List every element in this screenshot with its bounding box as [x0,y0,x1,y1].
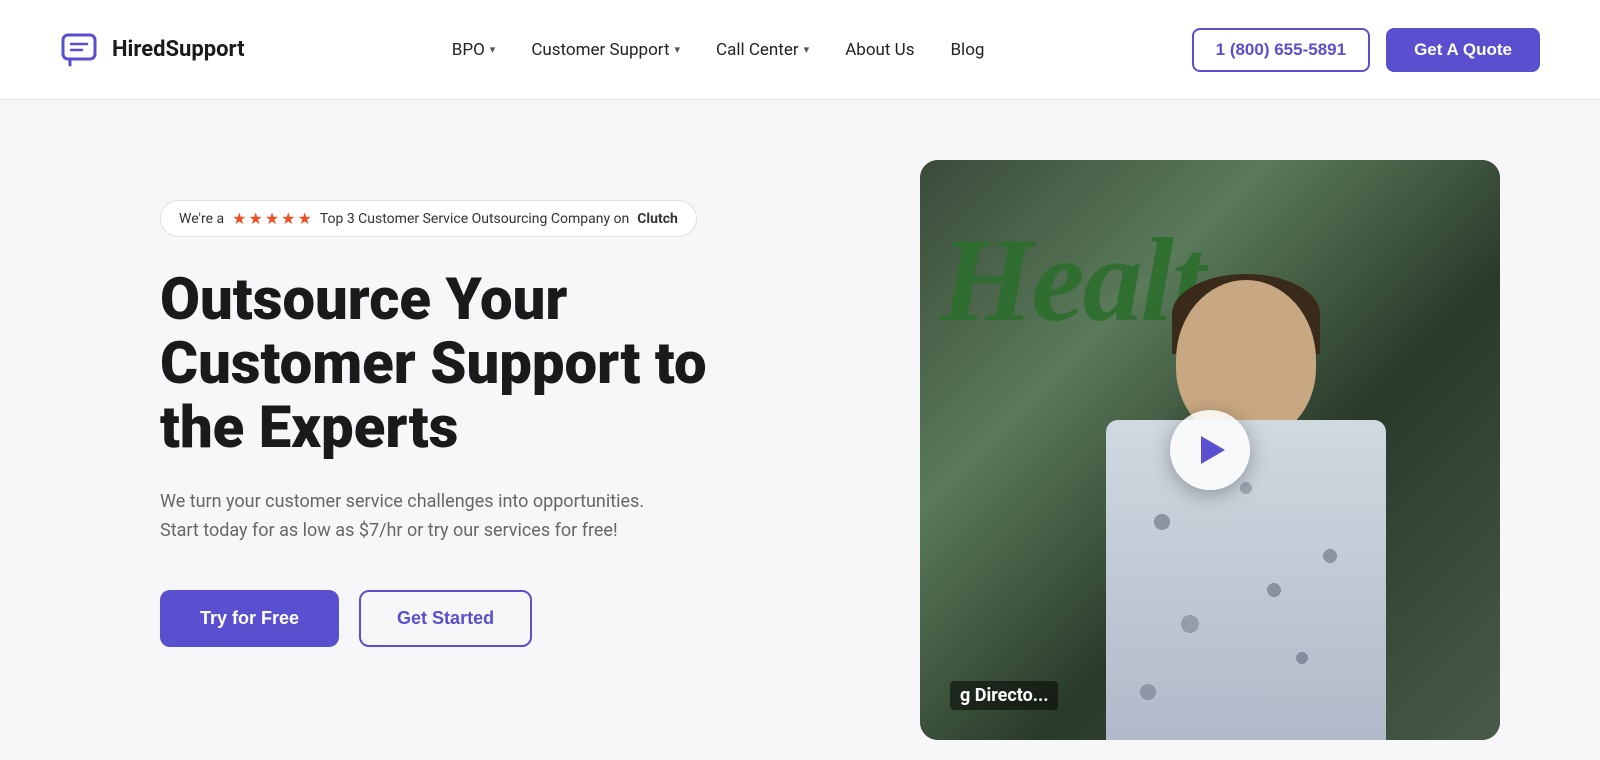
nav-bpo[interactable]: BPO ▾ [452,40,496,60]
hero-title: Outsource Your Customer Support to the E… [160,269,840,460]
person-shirt-pattern [1106,420,1386,740]
nav-blog[interactable]: Blog [950,40,984,60]
star-3: ★ [265,209,279,228]
try-free-button[interactable]: Try for Free [160,590,339,647]
hero-cta-buttons: Try for Free Get Started [160,590,840,647]
header-actions: 1 (800) 655-5891 Get A Quote [1192,28,1540,72]
nav-about-us[interactable]: About Us [845,40,914,60]
header: HiredSupport BPO ▾ Customer Support ▾ Ca… [0,0,1600,100]
hero-content: We're a ★ ★ ★ ★ ★ Top 3 Customer Service… [160,160,840,647]
star-rating: ★ ★ ★ ★ ★ [232,209,312,228]
video-caption: g Directo... [950,681,1058,710]
video-container[interactable]: Healt g Directo... [920,160,1500,740]
customer-support-chevron-icon: ▾ [675,43,681,56]
logo[interactable]: HiredSupport [60,29,245,71]
hero-subtitle: We turn your customer service challenges… [160,488,660,546]
clutch-badge: We're a ★ ★ ★ ★ ★ Top 3 Customer Service… [160,200,697,237]
star-5: ★ [298,209,312,228]
logo-icon [60,29,102,71]
badge-clutch-text: Clutch [637,211,678,227]
nav-customer-support[interactable]: Customer Support ▾ [531,40,680,60]
bpo-chevron-icon: ▾ [490,43,496,56]
main-nav: BPO ▾ Customer Support ▾ Call Center ▾ A… [452,40,985,60]
star-1: ★ [232,209,246,228]
nav-call-center[interactable]: Call Center ▾ [716,40,809,60]
star-4: ★ [281,209,295,228]
play-icon [1201,436,1225,464]
call-center-chevron-icon: ▾ [804,43,810,56]
star-2: ★ [248,209,262,228]
person-figure [1066,260,1426,740]
get-quote-button[interactable]: Get A Quote [1386,28,1540,72]
badge-prefix-text: We're a [179,211,224,227]
hero-video-area: Healt g Directo... [920,160,1500,740]
get-started-button[interactable]: Get Started [359,590,532,647]
video-play-button[interactable] [1170,410,1250,490]
phone-button[interactable]: 1 (800) 655-5891 [1192,28,1370,72]
logo-text: HiredSupport [112,37,245,62]
hero-section: We're a ★ ★ ★ ★ ★ Top 3 Customer Service… [0,100,1600,760]
badge-suffix-text: Top 3 Customer Service Outsourcing Compa… [320,211,629,227]
